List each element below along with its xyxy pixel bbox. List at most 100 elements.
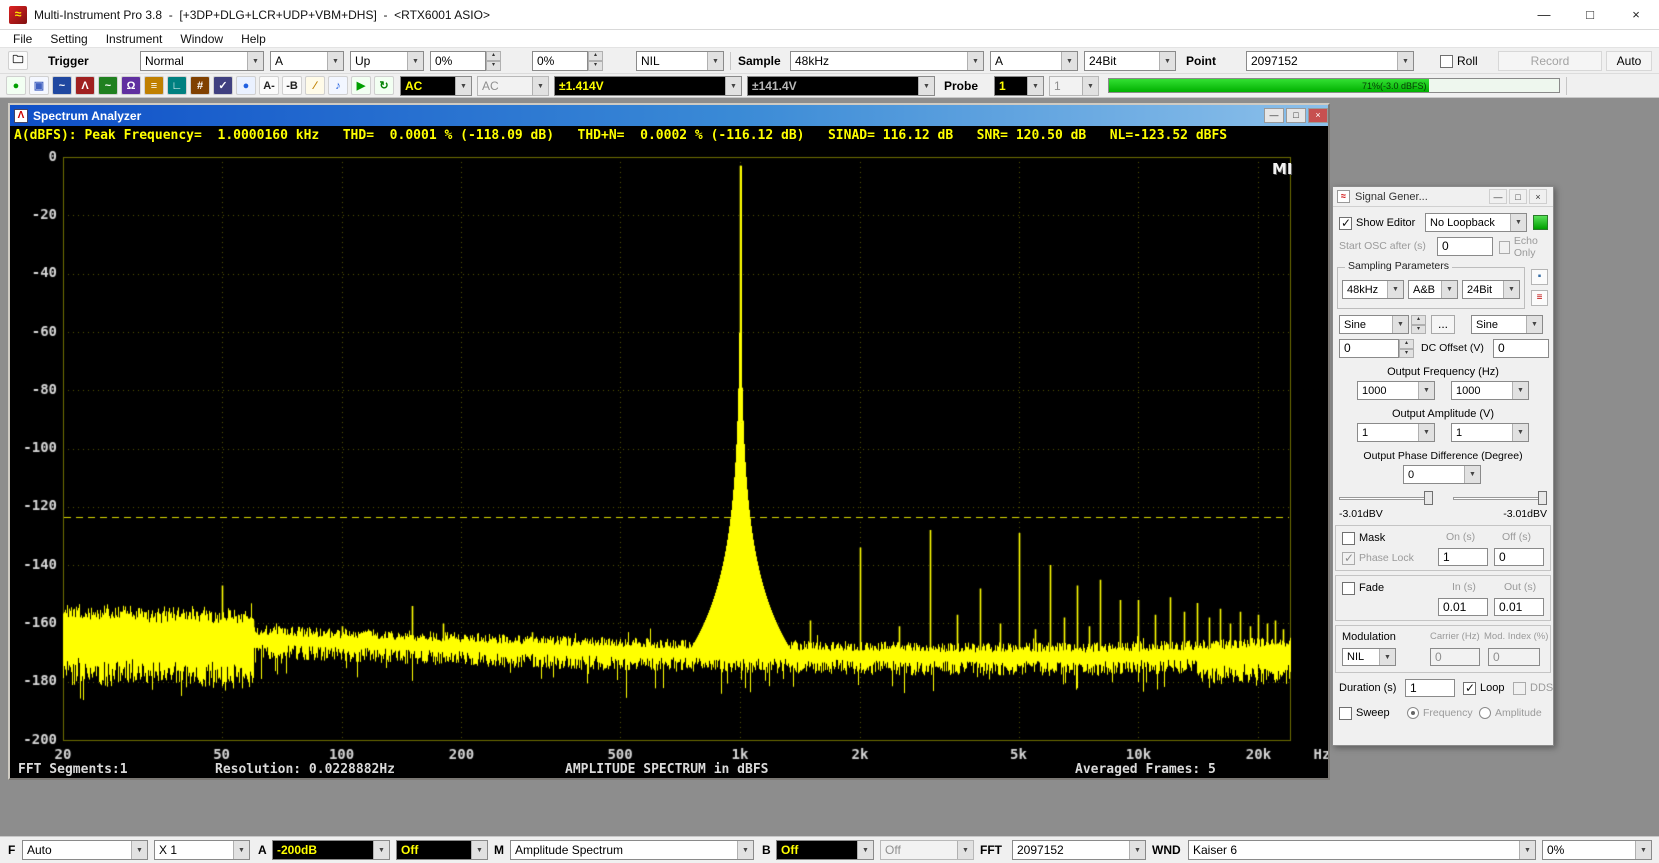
- range-b-combo[interactable]: ±141.4V: [747, 76, 935, 96]
- duration-input[interactable]: 1: [1405, 679, 1455, 697]
- play-icon[interactable]: ▶: [351, 76, 371, 95]
- chevron-down-icon[interactable]: [1027, 77, 1043, 95]
- sweep-frequency-radio[interactable]: Frequency: [1407, 704, 1473, 722]
- siggen-channels-combo[interactable]: A&B: [1408, 280, 1458, 299]
- chevron-down-icon[interactable]: [131, 841, 147, 859]
- channel-b-icon[interactable]: -B: [282, 76, 302, 95]
- chevron-down-icon[interactable]: [407, 52, 423, 70]
- fft-size-combo[interactable]: 2097152: [1012, 840, 1146, 860]
- coupling-a-combo[interactable]: AC: [400, 76, 472, 96]
- mask-checkbox[interactable]: Mask: [1342, 528, 1385, 548]
- sample-bits-combo[interactable]: 24Bit: [1084, 51, 1176, 71]
- loop-checkbox[interactable]: Loop: [1463, 678, 1504, 698]
- siggen-bits-combo[interactable]: 24Bit: [1462, 280, 1520, 299]
- chevron-down-icon[interactable]: [1635, 841, 1651, 859]
- chevron-down-icon[interactable]: [857, 841, 873, 859]
- start-osc-input[interactable]: 0: [1437, 237, 1493, 256]
- spectrum-analyzer-icon[interactable]: Λ: [75, 76, 95, 95]
- trigger-nil-combo[interactable]: NIL: [636, 51, 724, 71]
- b-ref-combo[interactable]: Off: [880, 840, 974, 860]
- chevron-down-icon[interactable]: [1519, 841, 1535, 859]
- run-icon[interactable]: ●: [6, 76, 26, 95]
- spin-up-icon[interactable]: ▴: [1399, 339, 1414, 349]
- dc-offset-spinner[interactable]: ▴▾: [1399, 339, 1414, 358]
- trigger-mode-combo[interactable]: Normal: [140, 51, 264, 71]
- chevron-down-icon[interactable]: [373, 841, 389, 859]
- sweep-amplitude-radio[interactable]: Amplitude: [1479, 704, 1542, 722]
- chevron-down-icon[interactable]: [1418, 424, 1434, 441]
- dc-offset-b-input[interactable]: 0: [1493, 339, 1549, 358]
- spin-down-icon[interactable]: ▾: [588, 61, 603, 71]
- chevron-down-icon[interactable]: [725, 77, 741, 95]
- volume-icon[interactable]: ♪: [328, 76, 348, 95]
- chevron-down-icon[interactable]: [1512, 424, 1528, 441]
- hold-icon[interactable]: ●: [236, 76, 256, 95]
- ddp-viewer-icon[interactable]: #: [190, 76, 210, 95]
- chevron-down-icon[interactable]: [1129, 841, 1145, 859]
- save-icon[interactable]: ▪: [1531, 269, 1548, 285]
- chevron-down-icon[interactable]: [1379, 649, 1395, 665]
- waveform-a-spinner[interactable]: ▴▾: [1411, 315, 1426, 334]
- chevron-down-icon[interactable]: [1418, 382, 1434, 399]
- fade-in-input[interactable]: 0.01: [1438, 598, 1488, 616]
- chevron-down-icon[interactable]: [1512, 382, 1528, 399]
- channel-a-icon[interactable]: A-: [259, 76, 279, 95]
- a-range-combo[interactable]: -200dB: [272, 840, 390, 860]
- overlap-combo[interactable]: 0%: [1542, 840, 1652, 860]
- open-file-icon[interactable]: 🗀: [8, 51, 28, 70]
- spectrum-plot-canvas[interactable]: [10, 146, 1328, 760]
- spin-up-icon[interactable]: ▴: [588, 51, 603, 61]
- modulation-type-combo[interactable]: NIL: [1342, 648, 1396, 666]
- echo-only-checkbox[interactable]: Echo Only: [1499, 237, 1553, 257]
- points-combo[interactable]: 2097152: [1246, 51, 1414, 71]
- trigger-edge-combo[interactable]: Up: [350, 51, 424, 71]
- menu-help[interactable]: Help: [232, 30, 275, 47]
- dc-offset-a-input[interactable]: 0: [1339, 339, 1399, 358]
- window-function-combo[interactable]: Kaiser 6: [1188, 840, 1536, 860]
- carrier-input[interactable]: 0: [1430, 648, 1480, 666]
- spectrum-close-button[interactable]: ×: [1308, 108, 1328, 123]
- auto-button[interactable]: Auto: [1606, 51, 1652, 71]
- wave-editor-button[interactable]: ...: [1431, 315, 1455, 334]
- display-mode-combo[interactable]: Amplitude Spectrum: [510, 840, 754, 860]
- device-test-plan-icon[interactable]: ✓: [213, 76, 233, 95]
- chevron-down-icon[interactable]: [1441, 281, 1457, 298]
- waveform-a-combo[interactable]: Sine: [1339, 315, 1409, 334]
- minimize-button[interactable]: —: [1521, 0, 1567, 29]
- siggen-maximize-button[interactable]: □: [1509, 189, 1527, 204]
- chevron-down-icon[interactable]: [1464, 466, 1480, 483]
- chevron-down-icon[interactable]: [1397, 52, 1413, 70]
- sample-channel-combo[interactable]: A: [990, 51, 1078, 71]
- trigger-delay-spinner[interactable]: ▴▾: [588, 51, 603, 71]
- chevron-down-icon[interactable]: [1061, 52, 1077, 70]
- record-button[interactable]: Record: [1498, 51, 1602, 71]
- maximize-button[interactable]: □: [1567, 0, 1613, 29]
- chevron-down-icon[interactable]: [1082, 77, 1098, 95]
- chevron-down-icon[interactable]: [455, 77, 471, 95]
- amplitude-a-combo[interactable]: 1: [1357, 423, 1435, 442]
- fade-checkbox[interactable]: Fade: [1342, 578, 1384, 598]
- chevron-down-icon[interactable]: [247, 52, 263, 70]
- chevron-down-icon[interactable]: [957, 841, 973, 859]
- spectrum-minimize-button[interactable]: —: [1264, 108, 1284, 123]
- mask-off-input[interactable]: 0: [1494, 548, 1544, 566]
- trigger-level-input[interactable]: 0%: [430, 51, 486, 71]
- chevron-down-icon[interactable]: [1503, 281, 1519, 298]
- roll-checkbox[interactable]: Roll: [1440, 51, 1478, 71]
- generator-run-button[interactable]: [1533, 215, 1548, 230]
- spin-up-icon[interactable]: ▴: [486, 51, 501, 61]
- b-range-combo[interactable]: Off: [776, 840, 874, 860]
- spin-down-icon[interactable]: ▾: [1399, 349, 1414, 359]
- chevron-down-icon[interactable]: [532, 77, 548, 95]
- mod-index-input[interactable]: 0: [1488, 648, 1540, 666]
- sample-rate-combo[interactable]: 48kHz: [790, 51, 984, 71]
- coupling-b-combo[interactable]: AC: [477, 76, 549, 96]
- chevron-down-icon[interactable]: [707, 52, 723, 70]
- loopback-icon[interactable]: ↻: [374, 76, 394, 95]
- chevron-down-icon[interactable]: [737, 841, 753, 859]
- chevron-down-icon[interactable]: [1526, 316, 1542, 333]
- chevron-down-icon[interactable]: [967, 52, 983, 70]
- chevron-down-icon[interactable]: [918, 77, 934, 95]
- fade-out-input[interactable]: 0.01: [1494, 598, 1544, 616]
- chevron-down-icon[interactable]: [1510, 214, 1526, 231]
